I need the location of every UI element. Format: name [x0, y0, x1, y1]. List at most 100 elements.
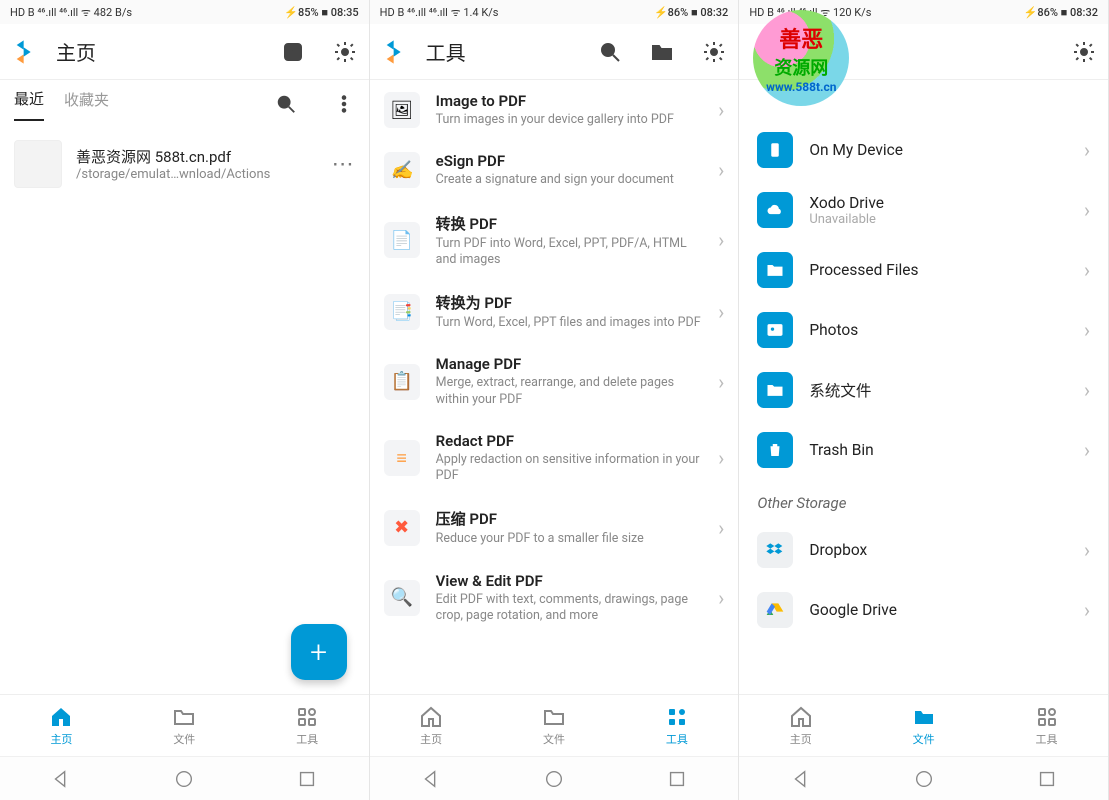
tool-title: View & Edit PDF — [436, 572, 703, 590]
folder-icon[interactable] — [650, 40, 674, 64]
tools-icon — [295, 705, 319, 729]
google-drive-icon — [757, 592, 793, 628]
nav-tools[interactable]: 工具 — [1017, 705, 1077, 747]
nav-tools-label: 工具 — [666, 731, 688, 747]
tool-manage-pdf[interactable]: 📋 Manage PDFMerge, extract, rearrange, a… — [370, 343, 739, 420]
nav-home-label: 主页 — [420, 731, 442, 747]
bottom-nav: 主页 文件 工具 — [739, 694, 1108, 756]
tool-desc: Apply redaction on sensitive information… — [436, 452, 703, 485]
home-icon — [789, 705, 813, 729]
storage-list: On My Device › Xodo DriveUnavailable › P… — [739, 120, 1108, 694]
tab-favorites[interactable]: 收藏夹 — [64, 89, 109, 120]
android-navbar — [739, 756, 1108, 800]
storage-title: Photos — [809, 321, 1068, 339]
chevron-right-icon: › — [718, 300, 724, 324]
android-back-icon[interactable] — [50, 768, 72, 790]
home-icon — [49, 705, 73, 729]
storage-on-my-device[interactable]: On My Device › — [739, 120, 1108, 180]
dropbox-icon — [757, 532, 793, 568]
storage-dropbox[interactable]: Dropbox › — [739, 520, 1108, 580]
file-item[interactable]: 善恶资源网 588t.cn.pdf /storage/emulat…wnload… — [0, 128, 369, 200]
android-home-icon[interactable] — [543, 768, 565, 790]
tool-convert-to-pdf[interactable]: 📑 转换为 PDFTurn Word, Excel, PPT files and… — [370, 280, 739, 343]
android-navbar — [0, 756, 369, 800]
folder-icon — [912, 705, 936, 729]
android-home-icon[interactable] — [913, 768, 935, 790]
settings-icon[interactable] — [333, 40, 357, 64]
settings-icon[interactable] — [1072, 40, 1096, 64]
tool-icon: ✖ — [384, 510, 420, 546]
tool-desc: Edit PDF with text, comments, drawings, … — [436, 592, 703, 625]
storage-system-files[interactable]: 系统文件 › — [739, 360, 1108, 420]
app-logo-icon — [12, 38, 40, 66]
storage-processed-files[interactable]: Processed Files › — [739, 240, 1108, 300]
tool-view-edit-pdf[interactable]: 🔍 View & Edit PDFEdit PDF with text, com… — [370, 560, 739, 637]
counter-icon[interactable]: 1 — [281, 40, 305, 64]
tool-convert-pdf[interactable]: 📄 转换 PDFTurn PDF into Word, Excel, PPT, … — [370, 201, 739, 281]
tool-icon: ≡ — [384, 440, 420, 476]
nav-tools[interactable]: 工具 — [647, 705, 707, 747]
storage-trash-bin[interactable]: Trash Bin › — [739, 420, 1108, 480]
tools-icon — [1035, 705, 1059, 729]
tool-redact-pdf[interactable]: ≡ Redact PDFApply redaction on sensitive… — [370, 420, 739, 497]
android-navbar — [370, 756, 739, 800]
nav-home[interactable]: 主页 — [401, 705, 461, 747]
tool-desc: Create a signature and sign your documen… — [436, 172, 703, 188]
tool-compress-pdf[interactable]: ✖ 压缩 PDFReduce your PDF to a smaller fil… — [370, 496, 739, 559]
screen-tools: HD B ⁴⁶.ıll ⁴⁶.ıll ᯤ 1.4 K/s ⚡86% ■ 08:3… — [370, 0, 740, 800]
chevron-right-icon: › — [1084, 138, 1090, 162]
svg-text:1: 1 — [289, 46, 296, 60]
device-icon — [757, 132, 793, 168]
nav-home[interactable]: 主页 — [31, 705, 91, 747]
tool-list: 🖼 Image to PDFTurn images in your device… — [370, 80, 739, 694]
watermark-line1: 善恶 — [779, 22, 823, 54]
nav-home[interactable]: 主页 — [771, 705, 831, 747]
android-recent-icon[interactable] — [296, 768, 318, 790]
chevron-right-icon: › — [718, 370, 724, 394]
android-back-icon[interactable] — [420, 768, 442, 790]
app-header: 工具 — [370, 24, 739, 80]
nav-files[interactable]: 文件 — [894, 705, 954, 747]
storage-title: Processed Files — [809, 261, 1068, 279]
file-more-icon[interactable]: ⋯ — [332, 152, 355, 177]
storage-photos[interactable]: Photos › — [739, 300, 1108, 360]
storage-title: Trash Bin — [809, 441, 1068, 459]
tool-desc: Merge, extract, rearrange, and delete pa… — [436, 375, 703, 408]
android-recent-icon[interactable] — [1036, 768, 1058, 790]
tool-title: 压缩 PDF — [436, 508, 703, 529]
tool-desc: Turn PDF into Word, Excel, PPT, PDF/A, H… — [436, 236, 703, 269]
chevron-right-icon: › — [1084, 538, 1090, 562]
file-name: 善恶资源网 588t.cn.pdf — [76, 146, 318, 167]
more-icon[interactable] — [333, 93, 355, 115]
fab-add-button[interactable]: + — [291, 624, 347, 680]
storage-google-drive[interactable]: Google Drive › — [739, 580, 1108, 640]
nav-home-label: 主页 — [790, 731, 812, 747]
storage-xodo-drive[interactable]: Xodo DriveUnavailable › — [739, 180, 1108, 240]
nav-files[interactable]: 文件 — [154, 705, 214, 747]
storage-title: Google Drive — [809, 601, 1068, 619]
tool-title: eSign PDF — [436, 152, 703, 170]
folder-icon — [542, 705, 566, 729]
tool-icon: 🖼 — [384, 92, 420, 128]
android-home-icon[interactable] — [173, 768, 195, 790]
search-icon[interactable] — [275, 93, 297, 115]
watermark-badge: 善恶 资源网 www.588t.cn — [753, 10, 849, 106]
tab-recent[interactable]: 最近 — [14, 88, 44, 121]
nav-tools[interactable]: 工具 — [277, 705, 337, 747]
tool-esign-pdf[interactable]: ✍ eSign PDFCreate a signature and sign y… — [370, 140, 739, 200]
nav-files-label: 文件 — [913, 731, 935, 747]
chevron-right-icon: › — [1084, 598, 1090, 622]
android-back-icon[interactable] — [790, 768, 812, 790]
settings-icon[interactable] — [702, 40, 726, 64]
nav-files[interactable]: 文件 — [524, 705, 584, 747]
app-header: 主页 1 — [0, 24, 369, 80]
tool-image-to-pdf[interactable]: 🖼 Image to PDFTurn images in your device… — [370, 80, 739, 140]
android-recent-icon[interactable] — [666, 768, 688, 790]
storage-title: Dropbox — [809, 541, 1068, 559]
chevron-right-icon: › — [1084, 198, 1090, 222]
search-icon[interactable] — [598, 40, 622, 64]
nav-tools-label: 工具 — [1036, 731, 1058, 747]
status-left: HD B ⁴⁶.ıll ⁴⁶.ıll ᯤ 1.4 K/s — [380, 5, 499, 20]
chevron-right-icon: › — [718, 446, 724, 470]
chevron-right-icon: › — [1084, 438, 1090, 462]
